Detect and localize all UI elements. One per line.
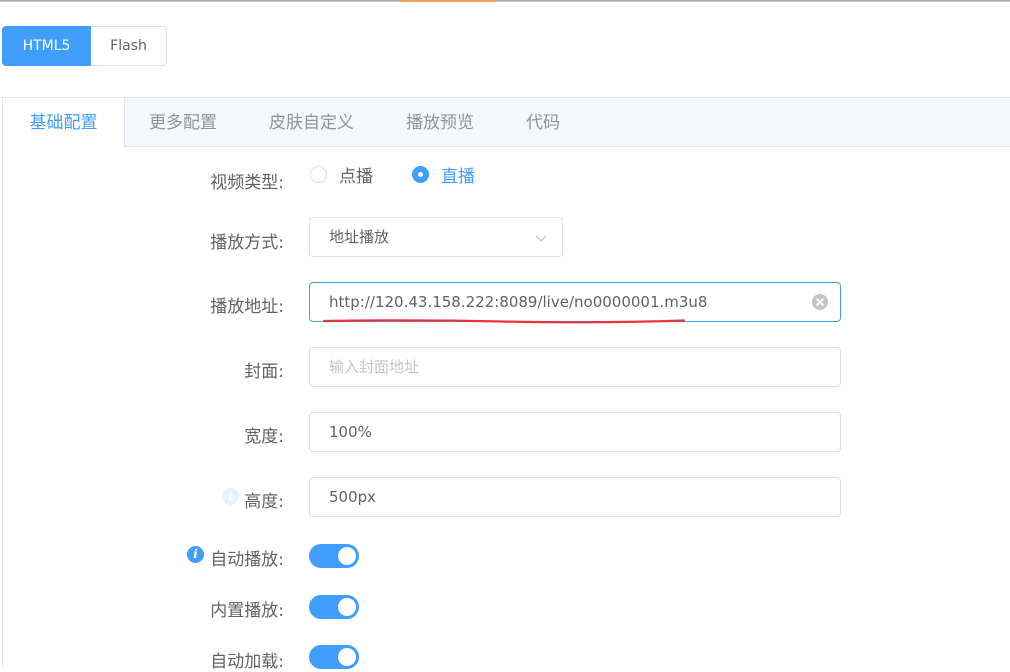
width-value: 100% [329, 423, 372, 441]
window-top-border [0, 0, 1010, 2]
radio-circle-checked [412, 165, 429, 183]
info-icon[interactable]: i [187, 546, 204, 563]
tab-skin-custom[interactable]: 皮肤自定义 [269, 98, 354, 147]
cover-label: 封面: [244, 362, 284, 382]
tab-code[interactable]: 代码 [526, 98, 560, 147]
height-label: 高度: [244, 492, 284, 512]
cover-input[interactable]: 输入封面地址 [309, 347, 841, 387]
inline-play-label: 内置播放: [210, 601, 284, 621]
radio-live-label: 直播 [441, 166, 475, 187]
play-url-label: 播放地址: [210, 297, 284, 317]
play-url-input[interactable]: http://120.43.158.222:8089/live/no000000… [309, 282, 841, 322]
top-accent-bar [401, 0, 495, 2]
tab-play-preview[interactable]: 播放预览 [406, 98, 474, 147]
toggle-knob [338, 648, 356, 666]
tab-basic-config[interactable]: 基础配置 [3, 98, 125, 148]
play-mode-value: 地址播放 [329, 228, 390, 246]
height-input[interactable]: 500px [309, 477, 841, 517]
radio-vod-label: 点播 [339, 166, 373, 187]
inline-play-toggle[interactable] [309, 595, 359, 619]
annotation-underline [323, 319, 685, 324]
play-url-value: http://120.43.158.222:8089/live/no000000… [329, 293, 708, 311]
height-value: 500px [329, 488, 377, 506]
play-mode-label: 播放方式: [210, 233, 284, 253]
chevron-down-icon [535, 235, 547, 242]
autoplay-toggle[interactable] [309, 544, 359, 568]
video-type-label: 视频类型: [210, 173, 284, 193]
radio-live[interactable]: 直播 [412, 164, 475, 187]
cover-placeholder: 输入封面地址 [329, 358, 420, 376]
autoplay-label: 自动播放: [210, 550, 284, 570]
info-icon: i [222, 488, 239, 505]
tab-more-config[interactable]: 更多配置 [149, 98, 217, 147]
play-mode-select[interactable]: 地址播放 [309, 217, 563, 257]
width-input[interactable]: 100% [309, 412, 841, 452]
toggle-knob [338, 598, 356, 616]
flash-mode-button[interactable]: Flash [91, 26, 167, 66]
tabs-header: 基础配置 更多配置 皮肤自定义 播放预览 代码 [3, 98, 1010, 148]
autoload-label: 自动加载: [210, 652, 284, 672]
autoload-toggle[interactable] [309, 645, 359, 669]
player-mode-switch: HTML5 Flash [2, 26, 167, 66]
radio-circle [310, 165, 327, 183]
html5-mode-button[interactable]: HTML5 [2, 26, 91, 66]
radio-vod[interactable]: 点播 [310, 164, 373, 187]
toggle-knob [338, 547, 356, 565]
width-label: 宽度: [244, 427, 284, 447]
clear-icon[interactable] [812, 294, 828, 310]
